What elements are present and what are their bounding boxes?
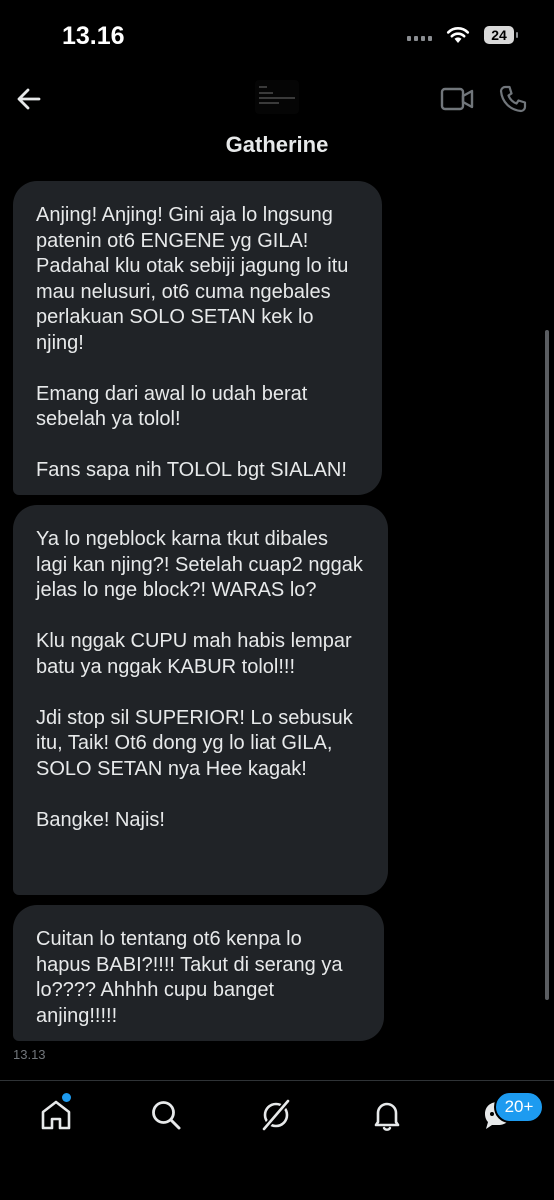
message-list[interactable]: Anjing! Anjing! Gini aja lo lngsung pate… — [0, 180, 554, 1070]
notifications-icon[interactable] — [369, 1097, 405, 1133]
message-timestamp: 13.13 — [13, 1047, 46, 1062]
video-call-icon[interactable] — [440, 86, 474, 112]
conversation-header: Gatherine — [0, 72, 554, 172]
message-bubble[interactable]: Ya lo ngeblock karna tkut dibales lagi k… — [13, 505, 388, 895]
signal-icon — [407, 29, 432, 41]
grok-icon[interactable] — [258, 1097, 294, 1133]
bottom-nav: 20+ — [0, 1080, 554, 1200]
message-bubble[interactable]: Cuitan lo tentang ot6 kenpa lo hapus BAB… — [13, 905, 384, 1041]
search-icon[interactable] — [148, 1097, 184, 1133]
battery-icon: 24 — [484, 26, 518, 44]
status-time: 13.16 — [62, 22, 125, 50]
home-icon[interactable] — [38, 1097, 74, 1133]
contact-name[interactable]: Gatherine — [0, 132, 554, 158]
phone-call-icon[interactable] — [498, 84, 528, 114]
scrollbar[interactable] — [545, 330, 549, 1000]
message-bubble[interactable]: Anjing! Anjing! Gini aja lo lngsung pate… — [13, 181, 382, 495]
status-indicators: 24 — [407, 26, 518, 44]
wifi-icon — [446, 27, 470, 43]
avatar[interactable] — [255, 80, 299, 114]
status-bar: 13.16 24 — [0, 0, 554, 72]
back-arrow-icon[interactable] — [14, 84, 44, 114]
home-notification-dot — [62, 1093, 71, 1102]
messages-badge: 20+ — [494, 1091, 544, 1123]
